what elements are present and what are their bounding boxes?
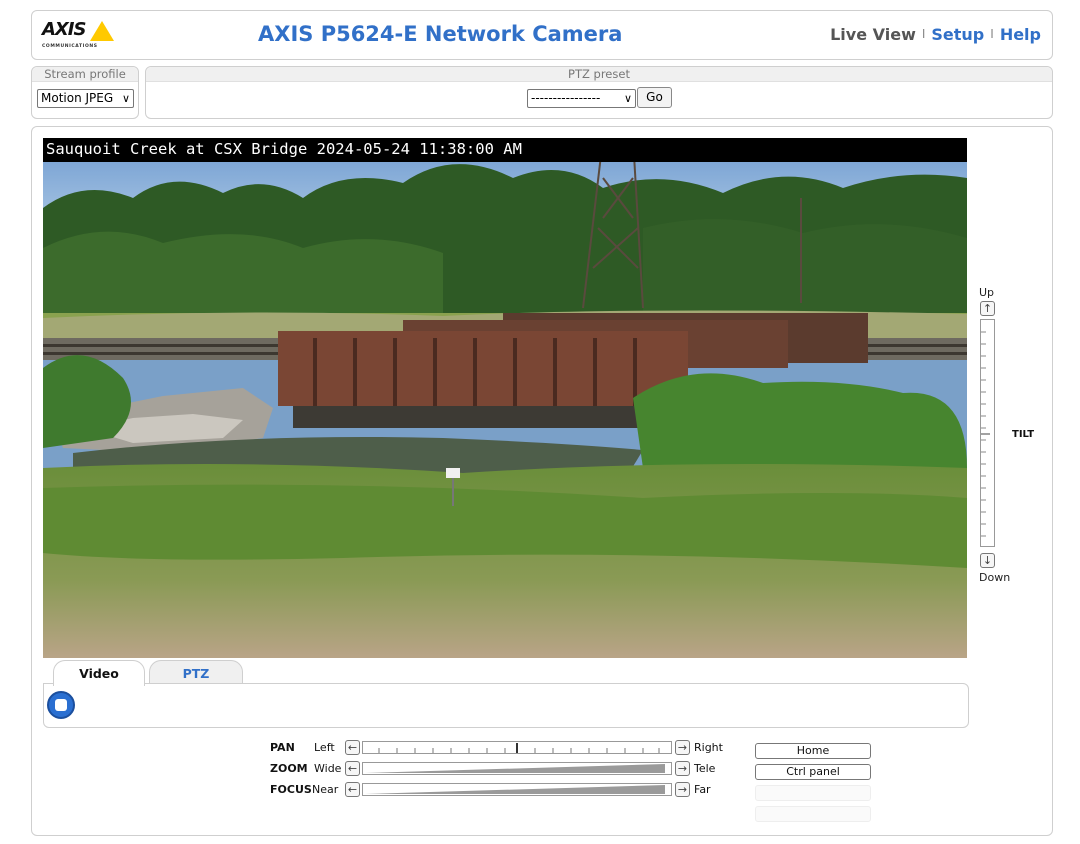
live-view-panel: Sauquoit Creek at CSX Bridge 2024-05-24 … <box>31 126 1053 836</box>
video-feed[interactable]: Sauquoit Creek at CSX Bridge 2024-05-24 … <box>43 138 967 658</box>
arrow-up-icon[interactable]: ↑ <box>980 301 995 316</box>
empty-button <box>755 806 871 822</box>
ctrl-panel-button[interactable]: Ctrl panel <box>755 764 871 780</box>
nav-separator: I <box>921 27 926 41</box>
stream-profile-select[interactable]: Motion JPEG ∨ <box>37 89 134 108</box>
go-button[interactable]: Go <box>637 87 672 108</box>
arrow-right-icon[interactable]: → <box>675 782 690 797</box>
arrow-right-icon[interactable]: → <box>675 761 690 776</box>
logo-subtext: COMMUNICATIONS <box>42 44 98 49</box>
arrow-left-icon[interactable]: ← <box>345 761 360 776</box>
empty-button <box>755 785 871 801</box>
tilt-label: TILT <box>1012 429 1035 440</box>
chevron-down-icon: ∨ <box>121 92 130 105</box>
arrow-right-icon[interactable]: → <box>675 740 690 755</box>
nav-separator: I <box>990 27 994 41</box>
chevron-down-icon: ∨ <box>623 92 632 105</box>
home-button[interactable]: Home <box>755 743 871 759</box>
ptz-preset-value: ---------------- <box>531 91 601 105</box>
ptz-preset-select[interactable]: ---------------- ∨ <box>527 89 636 108</box>
stop-icon <box>55 699 67 711</box>
page-title: AXIS P5624-E Network Camera <box>258 22 623 46</box>
zoom-slider[interactable] <box>362 762 672 775</box>
pan-right-label: Right <box>694 741 723 754</box>
zoom-label: ZOOM <box>270 762 308 775</box>
video-tab-content <box>43 683 969 728</box>
arrow-down-icon[interactable]: ↓ <box>980 553 995 568</box>
stop-stream-button[interactable] <box>47 691 75 719</box>
arrow-left-icon[interactable]: ← <box>345 782 360 797</box>
zoom-wide-label: Wide <box>314 762 342 775</box>
pan-control: PAN Left ← → Right <box>270 740 770 758</box>
nav-setup[interactable]: Setup <box>931 25 984 44</box>
axis-logo[interactable]: AXIS COMMUNICATIONS <box>42 19 117 51</box>
pan-ticks <box>378 743 660 753</box>
tilt-down-label: Down <box>979 571 1011 584</box>
focus-control: FOCUS Near ← → Far <box>270 782 770 800</box>
tilt-control: Up ↑ ↓ Down TILT <box>979 286 1039 586</box>
zoom-wedge <box>365 764 665 773</box>
tilt-slider[interactable] <box>980 319 995 547</box>
logo-text: AXIS <box>42 19 86 40</box>
stream-profile-label: Stream profile <box>32 67 138 82</box>
focus-wedge <box>365 785 665 794</box>
focus-near-label: Near <box>312 783 339 796</box>
focus-far-label: Far <box>694 783 711 796</box>
nav-help[interactable]: Help <box>1000 25 1041 44</box>
nav-live-view[interactable]: Live View <box>830 25 916 44</box>
pan-slider[interactable] <box>362 741 672 754</box>
focus-slider[interactable] <box>362 783 672 796</box>
focus-label: FOCUS <box>270 783 312 796</box>
pan-label: PAN <box>270 741 295 754</box>
top-nav: Live View I Setup I Help <box>830 25 1041 44</box>
tab-video[interactable]: Video <box>53 660 145 686</box>
pan-left-label: Left <box>314 741 335 754</box>
zoom-tele-label: Tele <box>694 762 716 775</box>
tilt-up-label: Up <box>979 286 995 299</box>
zoom-control: ZOOM Wide ← → Tele <box>270 761 770 779</box>
logo-triangle-icon <box>90 21 114 41</box>
ptz-preset-panel: PTZ preset ---------------- ∨ Go <box>145 66 1053 119</box>
ptz-preset-label: PTZ preset <box>146 67 1052 82</box>
stream-profile-value: Motion JPEG <box>41 91 114 105</box>
tab-ptz[interactable]: PTZ <box>149 660 243 685</box>
stream-profile-panel: Stream profile Motion JPEG ∨ <box>31 66 139 119</box>
tilt-ticks <box>981 331 990 537</box>
arrow-left-icon[interactable]: ← <box>345 740 360 755</box>
video-overlay-text: Sauquoit Creek at CSX Bridge 2024-05-24 … <box>43 138 967 162</box>
header-bar: AXIS COMMUNICATIONS AXIS P5624-E Network… <box>31 10 1053 60</box>
camera-scene-image <box>43 138 967 658</box>
